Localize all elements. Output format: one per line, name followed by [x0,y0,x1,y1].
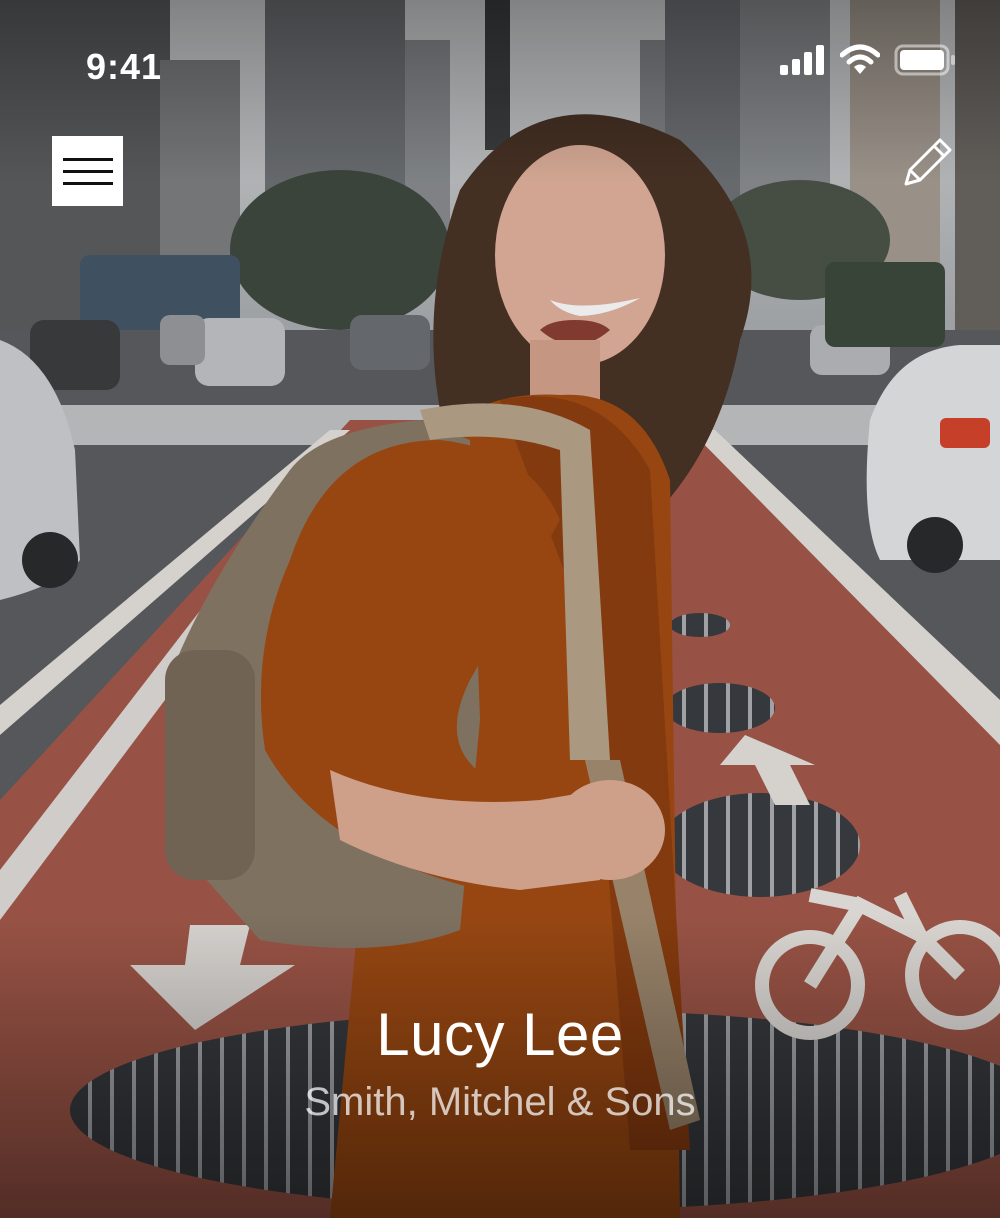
profile-name: Lucy Lee [376,1001,624,1068]
pencil-icon [904,138,952,186]
edit-button[interactable] [900,134,956,190]
profile-screen: 9:41 Lucy Lee Smith, Mitchel & Sons [0,0,1000,1218]
status-bar: 9:41 [0,0,1000,130]
hamburger-menu-icon [62,157,113,161]
menu-button[interactable] [52,136,123,206]
status-time: 9:41 [86,46,163,87]
wifi-icon [840,44,880,74]
cellular-signal-icon [780,45,824,75]
battery-icon [894,44,955,76]
status-icons [780,44,956,76]
profile-company: Smith, Mitchel & Sons [304,1080,696,1124]
